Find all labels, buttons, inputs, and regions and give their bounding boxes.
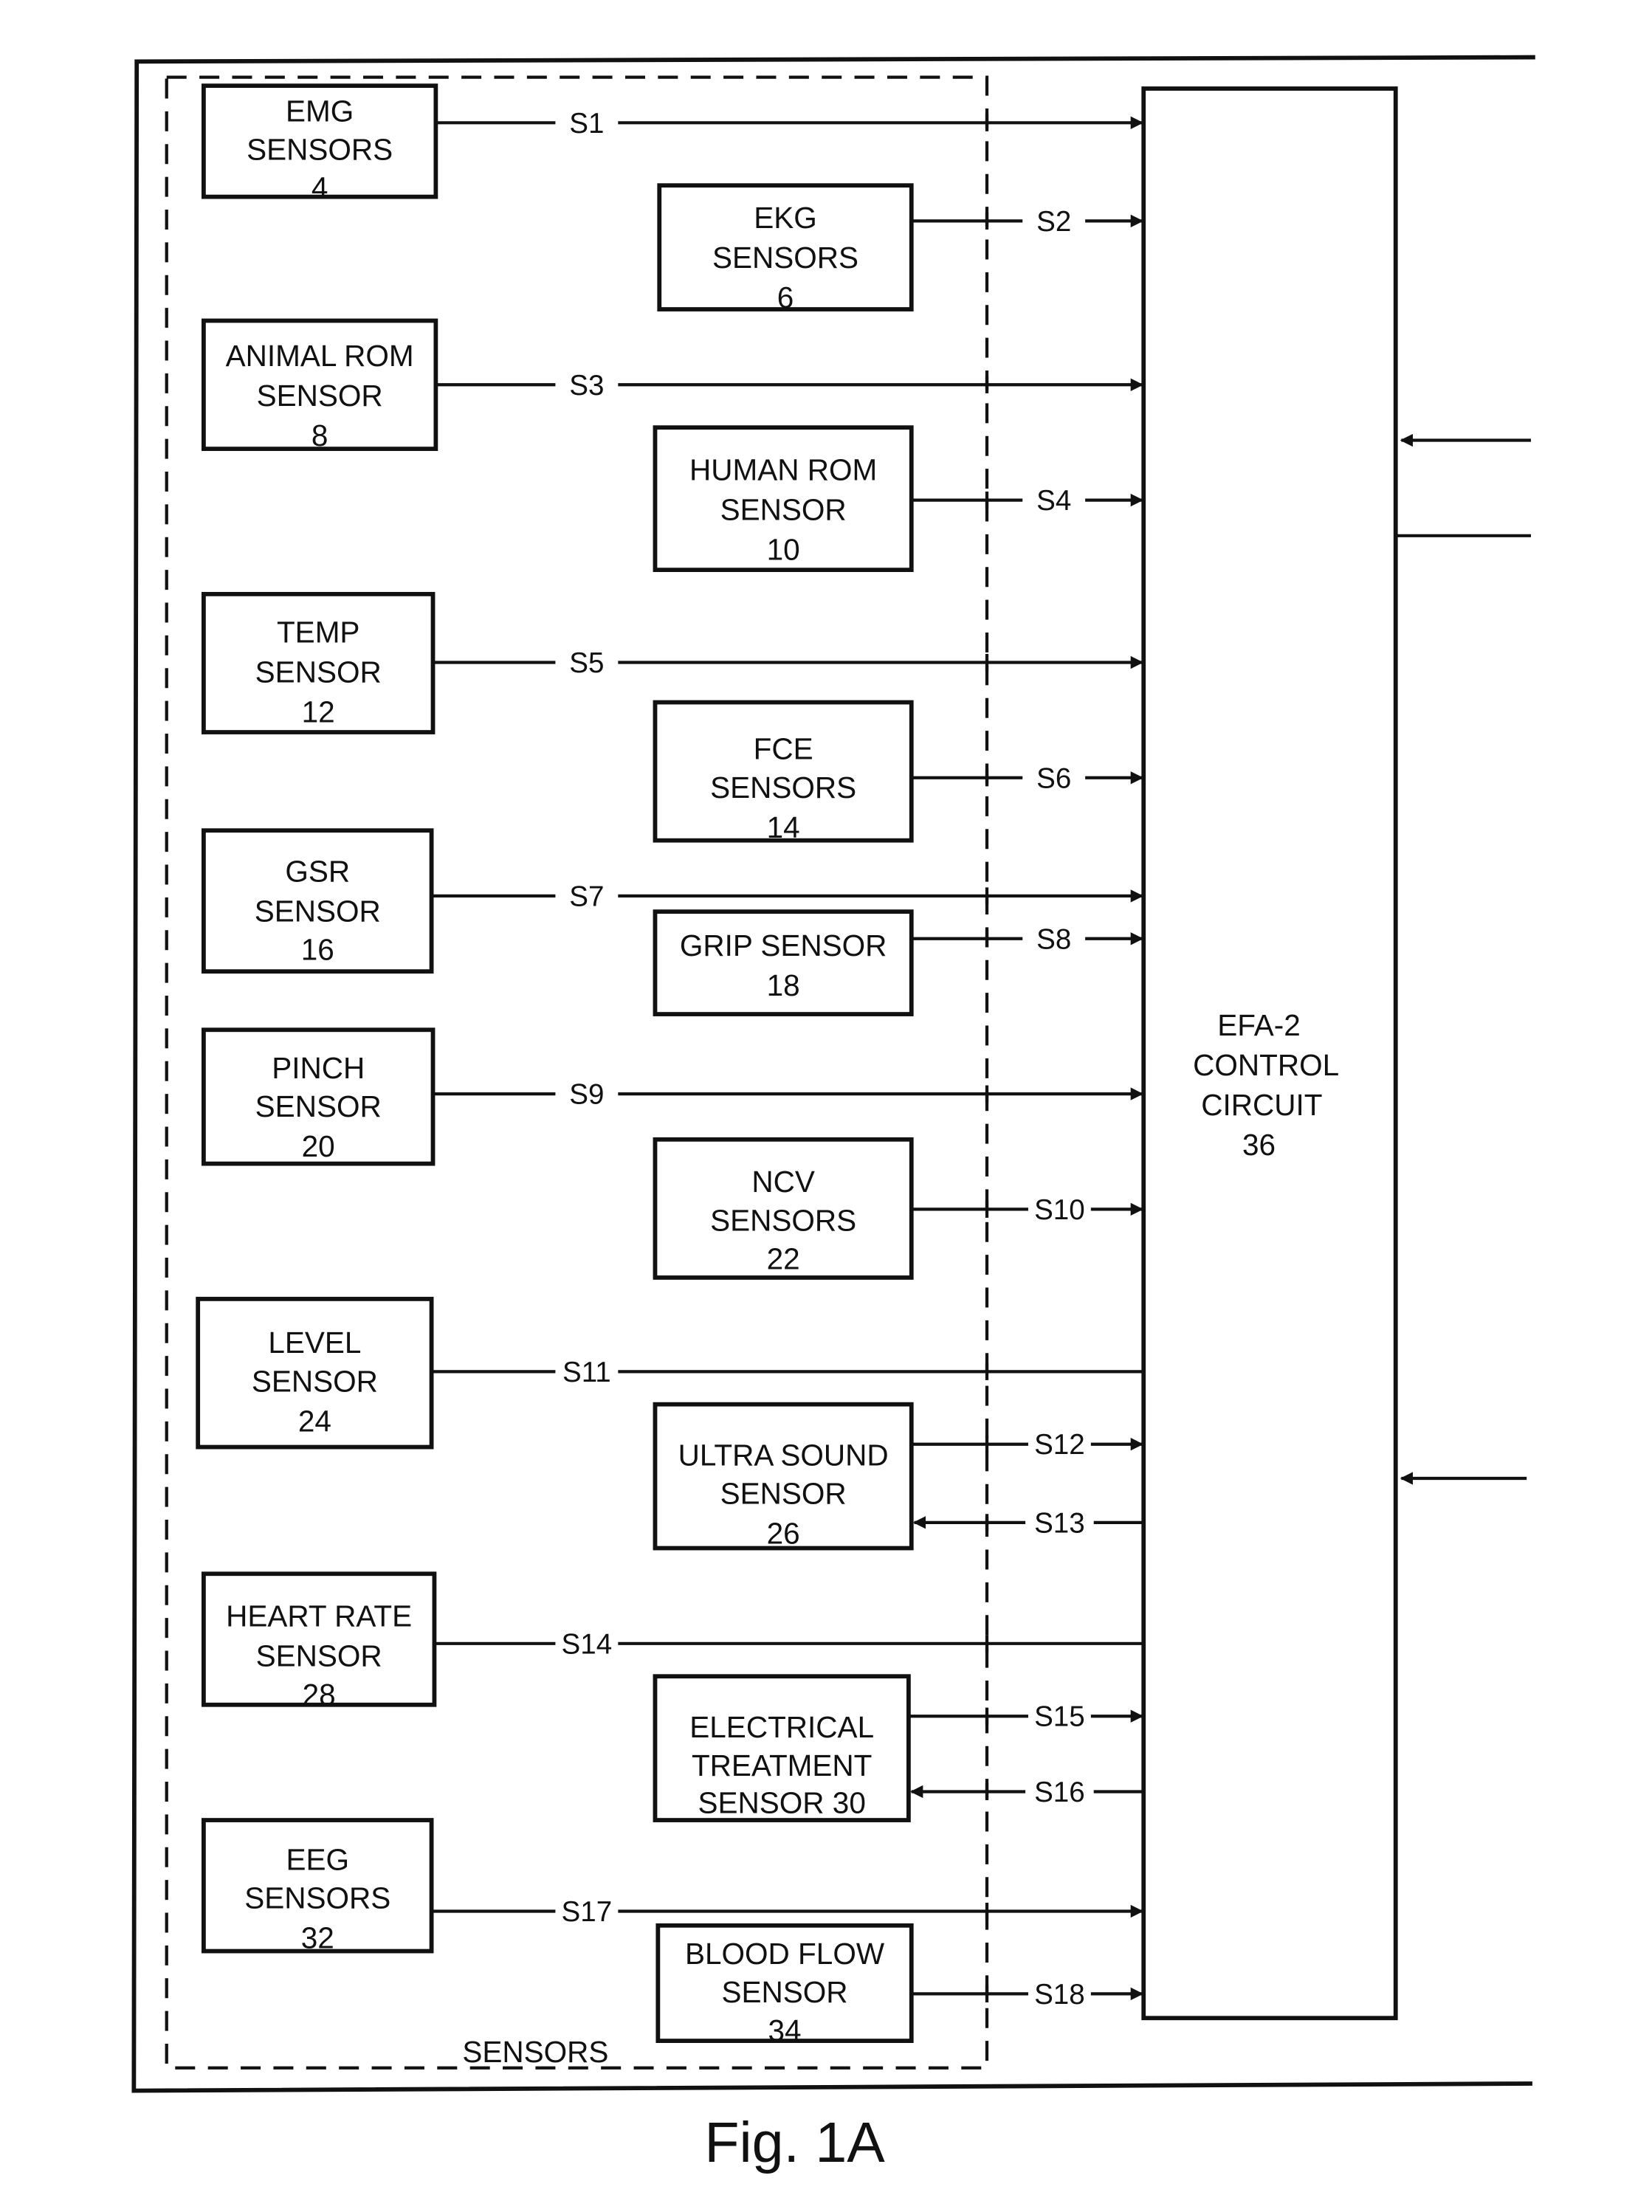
sensor-label-line: 34	[768, 2013, 802, 2047]
svg-text:CIRCUIT: CIRCUIT	[1201, 1088, 1322, 1122]
signal-label-s12: S12	[1034, 1429, 1085, 1461]
sensor-label-line: 6	[777, 280, 794, 314]
block-diagram: SENSORS EFA-2 CONTROL CIRCUIT 36 EMG SENS…	[131, 55, 1535, 2174]
sensor-label-line: SENSOR	[257, 379, 383, 413]
svg-text:EFA-2: EFA-2	[1217, 1008, 1301, 1042]
svg-text:CONTROL: CONTROL	[1193, 1048, 1339, 1082]
sensor-label-line: EEG	[286, 1843, 349, 1877]
sensor-label-line: SENSOR	[255, 655, 382, 689]
sensor-label-line: SENSORS	[244, 1881, 390, 1915]
sensor-label-line: 20	[302, 1129, 335, 1163]
sensor-label-line: SENSORS	[710, 771, 856, 804]
signal-label-s4: S4	[1036, 485, 1071, 517]
signal-label-s14: S14	[562, 1628, 613, 1660]
sensor-label-line: SENSOR	[720, 493, 847, 527]
sensor-label-line: 26	[767, 1517, 800, 1551]
signal-label-s17: S17	[562, 1896, 613, 1928]
sensor-label-line: SENSORS	[712, 241, 858, 275]
sensor-label-line: EKG	[754, 201, 817, 235]
signal-label-s7: S7	[569, 881, 604, 912]
svg-text:36: 36	[1242, 1128, 1276, 1162]
sensor-label-line: 32	[301, 1921, 334, 1955]
sensor-label-line: LEVEL	[268, 1326, 361, 1360]
sensor-label-line: 4	[312, 171, 328, 205]
sensor-label-line: SENSOR	[256, 1639, 382, 1673]
sensor-label-line: SENSOR	[722, 1975, 848, 2009]
signal-label-s18: S18	[1034, 1979, 1085, 2011]
sensor-label-line: SENSORS	[247, 132, 393, 166]
sensor-label-line: SENSOR	[252, 1364, 378, 1398]
signal-label-s6: S6	[1036, 762, 1071, 794]
sensor-label-line: HUMAN ROM	[689, 453, 877, 487]
sensor-label-line: SENSOR 30	[698, 1785, 866, 1819]
sensor-label-line: GRIP SENSOR	[680, 928, 887, 962]
sensor-block-fce: FCE SENSORS 14 S6	[653, 700, 1144, 844]
signal-label-s15: S15	[1034, 1701, 1085, 1733]
signal-label-s3: S3	[569, 370, 604, 402]
sensor-label-line: ANIMAL ROM	[226, 339, 414, 373]
sensor-label-line: GSR	[285, 855, 350, 889]
sensor-block-electrical-treatment: ELECTRICAL TREATMENTSENSOR 30 S15 S16	[653, 1674, 1144, 1822]
sensor-label-line: 24	[298, 1404, 331, 1438]
figure-label: Fig. 1A	[704, 2111, 885, 2174]
signal-label-s2: S2	[1036, 206, 1071, 238]
sensor-label-line: TEMP	[277, 616, 360, 650]
sensor-label-line: TREATMENT	[692, 1748, 872, 1782]
signal-label-s8: S8	[1036, 923, 1071, 955]
sensor-label-line: FCE	[754, 732, 813, 766]
sensor-block-blood-flow: BLOOD FLOW SENSOR 34 S18	[655, 1923, 1144, 2047]
sensor-label-line: ULTRA SOUND	[678, 1439, 889, 1472]
signal-label-s9: S9	[569, 1079, 604, 1111]
sensor-label-line: SENSOR	[255, 895, 381, 928]
signal-label-s10: S10	[1034, 1194, 1085, 1226]
sensor-label-line: BLOOD FLOW	[685, 1937, 885, 1971]
signal-label-s11: S11	[562, 1357, 611, 1388]
sensor-label-line: 10	[767, 533, 800, 567]
sensor-label-line: 16	[301, 933, 334, 967]
signal-label-s5: S5	[569, 647, 604, 679]
sensor-label-line: 14	[767, 810, 800, 844]
signal-label-s1: S1	[569, 108, 604, 139]
sensor-label-line: ELECTRICAL	[689, 1710, 874, 1744]
sensor-label-line: SENSOR	[720, 1477, 847, 1511]
sensor-label-line: SENSORS	[710, 1203, 856, 1237]
sensor-block-human-rom: HUMAN ROM SENSOR 10 S4	[653, 425, 1144, 573]
sensor-label-line: 28	[303, 1678, 336, 1712]
sensor-label-line: SENSOR	[255, 1089, 382, 1123]
sensor-block-ncv: NCV SENSORS 22 S10	[653, 1137, 1144, 1280]
sensor-block-ekg: EKG SENSORS 6 S2	[657, 183, 1144, 314]
sensor-block-grip: GRIP SENSOR 18 S8	[653, 909, 1144, 1016]
sensor-label-line: NCV	[751, 1165, 815, 1199]
sensor-block-ultrasound: ULTRA SOUND SENSOR 26 S12 S13	[653, 1402, 1144, 1551]
sensor-label-line: PINCH	[272, 1051, 365, 1085]
sensor-label-line: 18	[767, 968, 800, 1002]
sensor-label-line: 12	[302, 695, 335, 729]
sensor-label-line: EMG	[286, 94, 354, 128]
sensor-label-line: 22	[767, 1241, 800, 1275]
sensors-group-label: SENSORS	[462, 2035, 608, 2069]
sensor-label-line: HEART RATE	[226, 1599, 412, 1633]
sensor-label-line: 8	[312, 418, 328, 452]
signal-label-s13: S13	[1034, 1507, 1085, 1539]
signal-label-s16: S16	[1034, 1777, 1085, 1808]
